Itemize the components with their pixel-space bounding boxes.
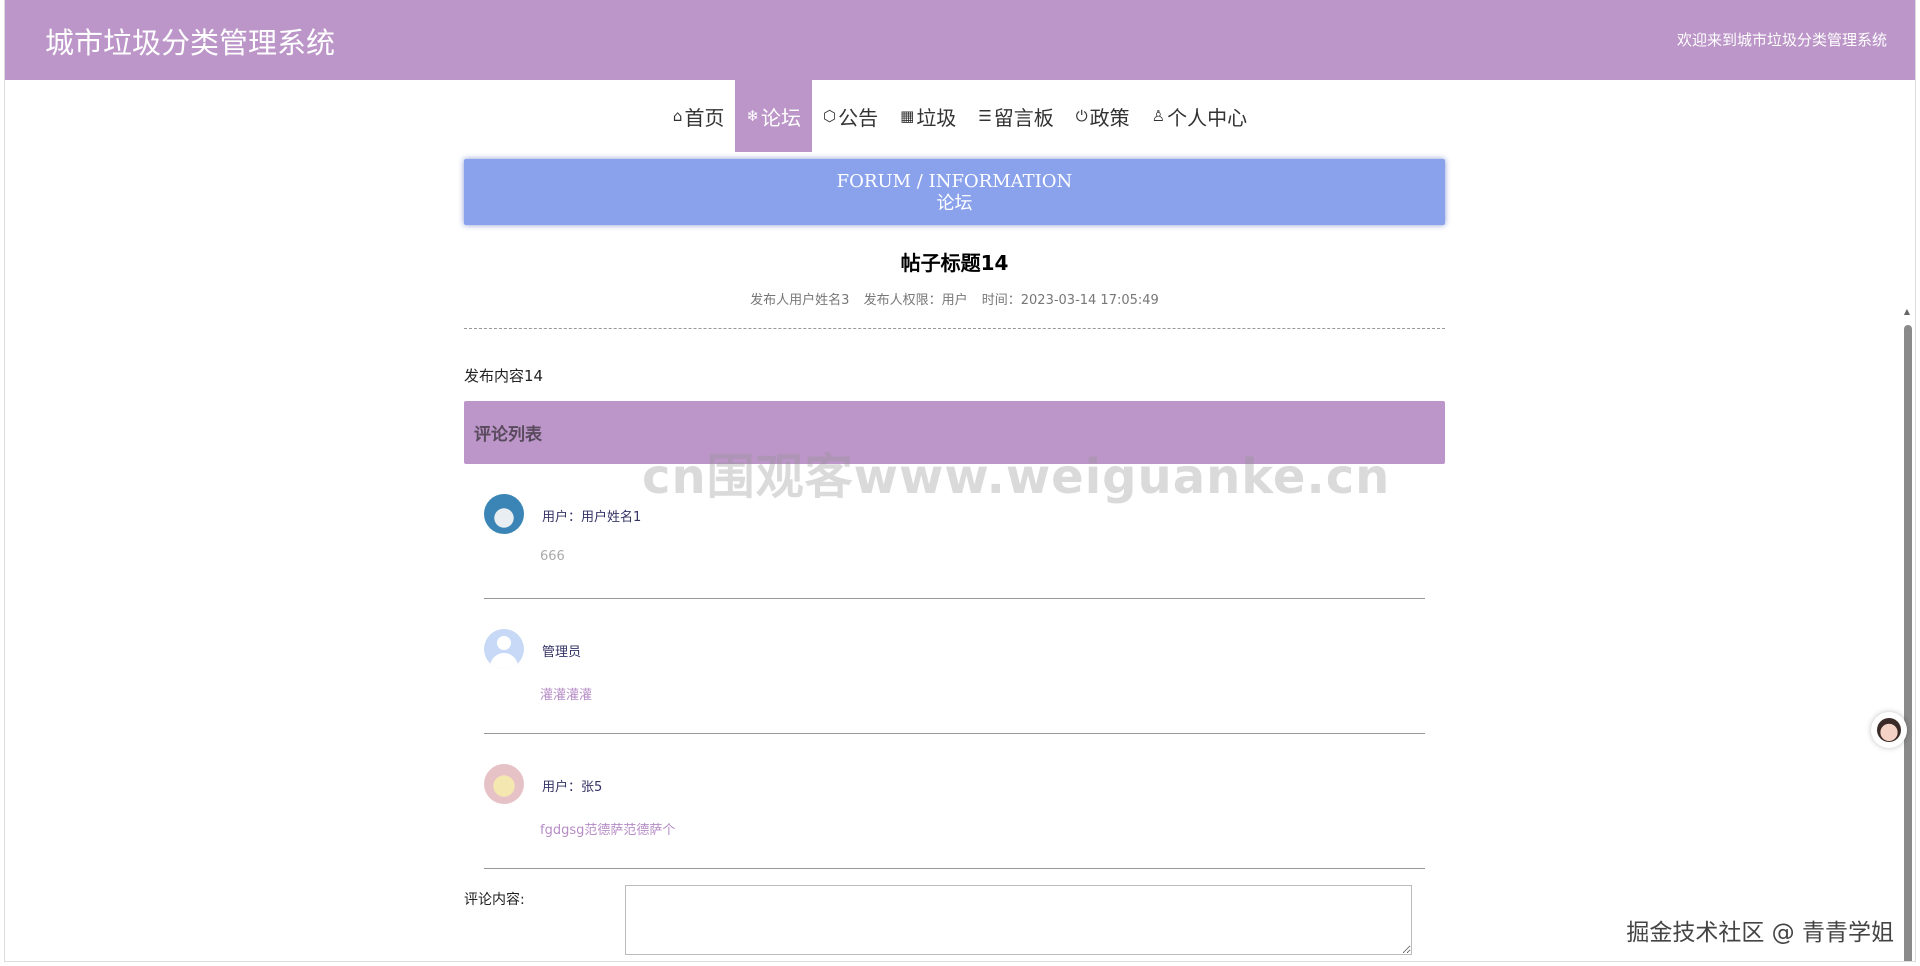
comment-textarea[interactable]	[625, 885, 1412, 955]
user-icon: ♙	[1151, 107, 1166, 125]
credit-text: 掘金技术社区 @ 青青学姐	[1626, 920, 1894, 946]
section-banner: FORUM / INFORMATION 论坛	[464, 159, 1445, 225]
comment-list-header: 评论列表	[464, 401, 1445, 464]
scrollbar-thumb[interactable]	[1904, 325, 1912, 961]
welcome-text: 欢迎来到城市垃圾分类管理系统	[1676, 31, 1887, 49]
comment-item: 用户：张5 fgdgsg范德萨范德萨个	[484, 734, 1425, 869]
comment-list-title: 评论列表	[474, 425, 542, 445]
nav-item-garbage[interactable]: ▦ 垃圾	[889, 80, 967, 152]
assistant-avatar-icon	[1877, 718, 1901, 742]
main-content: FORUM / INFORMATION 论坛 帖子标题14 发布人用户姓名3 发…	[464, 159, 1445, 959]
divider	[464, 328, 1445, 329]
nav-label: 公告	[838, 105, 879, 130]
avatar	[484, 629, 524, 669]
keyboard-icon: ▦	[900, 107, 915, 125]
comment-form: 评论内容:	[464, 885, 1445, 959]
comment-item: 用户：用户姓名1 666	[484, 464, 1425, 599]
post-content: 发布内容14	[464, 367, 544, 385]
site-title: 城市垃圾分类管理系统	[45, 26, 336, 60]
nav-item-policy[interactable]: ⏻ 政策	[1065, 80, 1141, 152]
home-icon: ⌂	[672, 107, 683, 125]
nav-item-message-board[interactable]: ☰ 留言板	[967, 80, 1064, 152]
post-title: 帖子标题14	[900, 251, 1009, 275]
nav-label: 垃圾	[916, 105, 957, 130]
comment-list: 用户：用户姓名1 666 管理员 灌灌灌灌 用户：张5 fgdgsg范德萨范德萨…	[464, 464, 1445, 869]
post-meta: 发布人用户姓名3 发布人权限：用户 时间：2023-03-14 17:05:49	[464, 289, 1445, 308]
comment-item: 管理员 灌灌灌灌	[484, 599, 1425, 734]
scroll-up-arrow-icon[interactable]: ▲	[1904, 307, 1910, 316]
comment-user: 管理员	[542, 645, 582, 660]
main-nav: ⌂ 首页 ❄ 论坛 ⬡ 公告 ▦ 垃圾 ☰ 留言板 ⏻ 政策 ♙ 个人中心	[5, 80, 1915, 152]
nav-label: 留言板	[993, 105, 1054, 130]
nav-item-announcement[interactable]: ⬡ 公告	[812, 80, 889, 152]
site-header: 城市垃圾分类管理系统 欢迎来到城市垃圾分类管理系统	[5, 0, 1915, 80]
comment-text: fgdgsg范德萨范德萨个	[540, 823, 676, 838]
nav-item-forum[interactable]: ❄ 论坛	[735, 80, 813, 152]
comment-user: 用户：用户姓名1	[542, 510, 642, 525]
banner-english: FORUM / INFORMATION	[836, 171, 1073, 192]
browser-page: 城市垃圾分类管理系统 欢迎来到城市垃圾分类管理系统 ⌂ 首页 ❄ 论坛 ⬡ 公告…	[4, 0, 1916, 962]
nav-label: 政策	[1089, 105, 1130, 130]
scrollbar[interactable]: ▲	[1899, 152, 1915, 961]
nav-label: 个人中心	[1167, 105, 1248, 130]
layers-icon: ☰	[978, 107, 992, 125]
comment-content-label: 评论内容:	[464, 892, 525, 908]
power-icon: ⏻	[1075, 107, 1088, 125]
avatar	[484, 494, 524, 534]
comment-user: 用户：张5	[542, 780, 603, 795]
nav-label: 首页	[684, 105, 725, 130]
banner-chinese: 论坛	[936, 193, 973, 214]
nav-label: 论坛	[761, 105, 802, 130]
snowflake-icon: ❄	[746, 107, 760, 125]
cube-icon: ⬡	[823, 107, 837, 125]
nav-item-profile[interactable]: ♙ 个人中心	[1141, 80, 1258, 152]
post-role: 发布人权限：用户	[863, 293, 968, 308]
avatar	[484, 764, 524, 804]
assistant-chat-button[interactable]	[1871, 712, 1907, 748]
nav-item-home[interactable]: ⌂ 首页	[662, 80, 736, 152]
post-time: 时间：2023-03-14 17:05:49	[981, 293, 1159, 308]
post-author: 发布人用户姓名3	[750, 293, 850, 308]
comment-text: 灌灌灌灌	[540, 688, 593, 703]
comment-text: 666	[540, 549, 565, 564]
